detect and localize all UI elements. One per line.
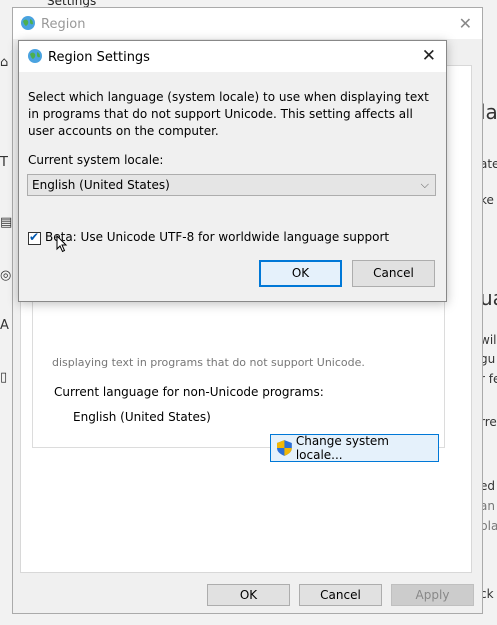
beta-utf8-label[interactable]: Beta: Use Unicode UTF-8 for worldwide la… — [45, 230, 389, 244]
system-locale-label: Current system locale: — [28, 153, 164, 167]
region-apply-button[interactable]: Apply — [391, 584, 474, 606]
partial-description: displaying text in programs that do not … — [52, 356, 365, 369]
change-system-locale-button[interactable]: Change system locale... — [270, 434, 439, 462]
calendar-icon[interactable]: ▤ — [0, 215, 12, 230]
globe-icon[interactable]: ◎ — [0, 268, 12, 283]
dialog-cancel-button[interactable]: Cancel — [352, 260, 435, 287]
non-unicode-language-label: Current language for non-Unicode program… — [54, 385, 324, 399]
region-window-title: Region — [41, 17, 86, 32]
system-locale-select[interactable]: English (United States) ⌵ — [27, 174, 436, 196]
close-icon[interactable]: ✕ — [422, 46, 436, 66]
globe-icon — [28, 49, 42, 63]
region-cancel-button[interactable]: Cancel — [299, 584, 382, 606]
dialog-ok-button[interactable]: OK — [259, 260, 342, 287]
non-unicode-language-value: English (United States) — [73, 410, 211, 424]
beta-utf8-checkbox[interactable]: ✔ — [28, 230, 41, 245]
checkmark-icon: ✔ — [29, 230, 40, 244]
globe-icon — [21, 16, 35, 30]
dialog-titlebar[interactable]: Region Settings ✕ — [19, 41, 446, 72]
uac-shield-icon — [277, 440, 292, 456]
mouse-cursor-icon — [56, 235, 68, 253]
region-ok-button[interactable]: OK — [207, 584, 290, 606]
settings-sidebar-fragment: ⌂ T ▤ ◎ A ▯ — [0, 0, 12, 625]
home-icon[interactable]: ⌂ — [0, 55, 12, 70]
close-icon[interactable]: ✕ — [459, 14, 472, 33]
time-icon[interactable]: T — [0, 155, 12, 170]
dialog-description: Select which language (system locale) to… — [28, 90, 429, 138]
system-locale-value: English (United States) — [32, 178, 170, 192]
change-system-locale-label: Change system locale... — [295, 434, 389, 462]
dialog-title: Region Settings — [48, 50, 150, 65]
chevron-down-icon: ⌵ — [420, 178, 429, 191]
region-titlebar[interactable]: Region ✕ — [13, 8, 482, 39]
language-icon[interactable]: A — [0, 318, 12, 333]
region-settings-dialog: Region Settings ✕ Select which language … — [18, 40, 447, 302]
microphone-icon[interactable]: ▯ — [0, 370, 12, 385]
